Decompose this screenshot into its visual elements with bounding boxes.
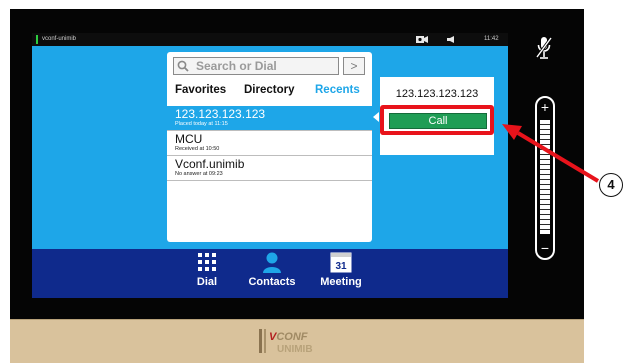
nav-meeting-label: Meeting <box>320 276 362 288</box>
device-name: vconf-unimib <box>42 36 77 42</box>
call-number: 123.123.123.123 <box>395 88 479 100</box>
camera-icon[interactable] <box>416 36 428 43</box>
annotation-arrow <box>502 124 600 183</box>
nav-contacts[interactable]: Contacts <box>242 251 302 288</box>
tab-recents[interactable]: Recents <box>315 83 360 97</box>
nav-dial[interactable]: Dial <box>189 251 225 288</box>
clock: 11:42 <box>484 36 499 42</box>
recents-panel: Search or Dial > Favorites Directory Rec… <box>167 52 372 242</box>
nav-contacts-label: Contacts <box>248 276 296 288</box>
list-item-subtitle: No answer at 09:23 <box>175 171 223 177</box>
list-item[interactable]: 123.123.123.123 Placed today at 11:15 <box>167 106 372 131</box>
recents-list: 123.123.123.123 Placed today at 11:15 MC… <box>167 106 372 181</box>
tab-favorites[interactable]: Favorites <box>175 83 226 97</box>
list-item-subtitle: Placed today at 11:15 <box>175 121 228 127</box>
mic-muted-icon[interactable] <box>536 36 552 60</box>
call-panel: 123.123.123.123 Call <box>380 77 494 155</box>
volume-up-button[interactable]: + <box>537 99 553 115</box>
status-bar: vconf-unimib 11:42 <box>32 33 508 46</box>
touch-screen: vconf-unimib 11:42 Search or Dial > Favo… <box>32 33 508 298</box>
nav-meeting[interactable]: 31 Meeting <box>312 251 370 288</box>
contacts-icon <box>263 252 281 273</box>
tab-bar: Favorites Directory Recents <box>167 83 372 97</box>
nav-dial-label: Dial <box>196 276 218 288</box>
list-item[interactable]: Vconf.unimib No answer at 09:23 <box>167 156 372 181</box>
list-item-subtitle: Received at 10:50 <box>175 146 220 152</box>
tab-directory[interactable]: Directory <box>244 83 295 97</box>
list-item-title: Vconf.unimib <box>175 157 245 171</box>
vconf-unimib-logo: VCONF UNIMIB <box>259 329 313 355</box>
bottom-nav-bar: Dial Contacts 31 Meeting <box>32 249 508 298</box>
calendar-icon: 31 <box>330 252 352 273</box>
dialpad-icon <box>198 253 216 271</box>
list-item-title: 123.123.123.123 <box>175 107 266 121</box>
status-indicator <box>36 35 38 44</box>
selection-pointer <box>373 112 379 122</box>
list-item[interactable]: MCU Received at 10:50 <box>167 131 372 156</box>
search-go-button[interactable]: > <box>343 57 365 75</box>
annotation-callout: 4 <box>599 173 623 197</box>
logo-line1-rest: CONF <box>276 331 307 343</box>
list-item-title: MCU <box>175 132 203 146</box>
logo-line2: UNIMIB <box>277 344 313 355</box>
search-icon <box>177 60 189 72</box>
search-bar: Search or Dial > <box>173 57 365 75</box>
logo-line1: VCONF <box>269 331 308 343</box>
search-placeholder: Search or Dial <box>196 59 277 73</box>
search-input[interactable]: Search or Dial <box>173 57 339 75</box>
call-button[interactable]: Call <box>389 113 487 129</box>
volume-down-button[interactable]: − <box>537 241 553 255</box>
call-highlight-box: Call <box>380 105 494 135</box>
speaker-icon[interactable] <box>447 36 457 43</box>
calendar-day: 31 <box>335 261 347 272</box>
